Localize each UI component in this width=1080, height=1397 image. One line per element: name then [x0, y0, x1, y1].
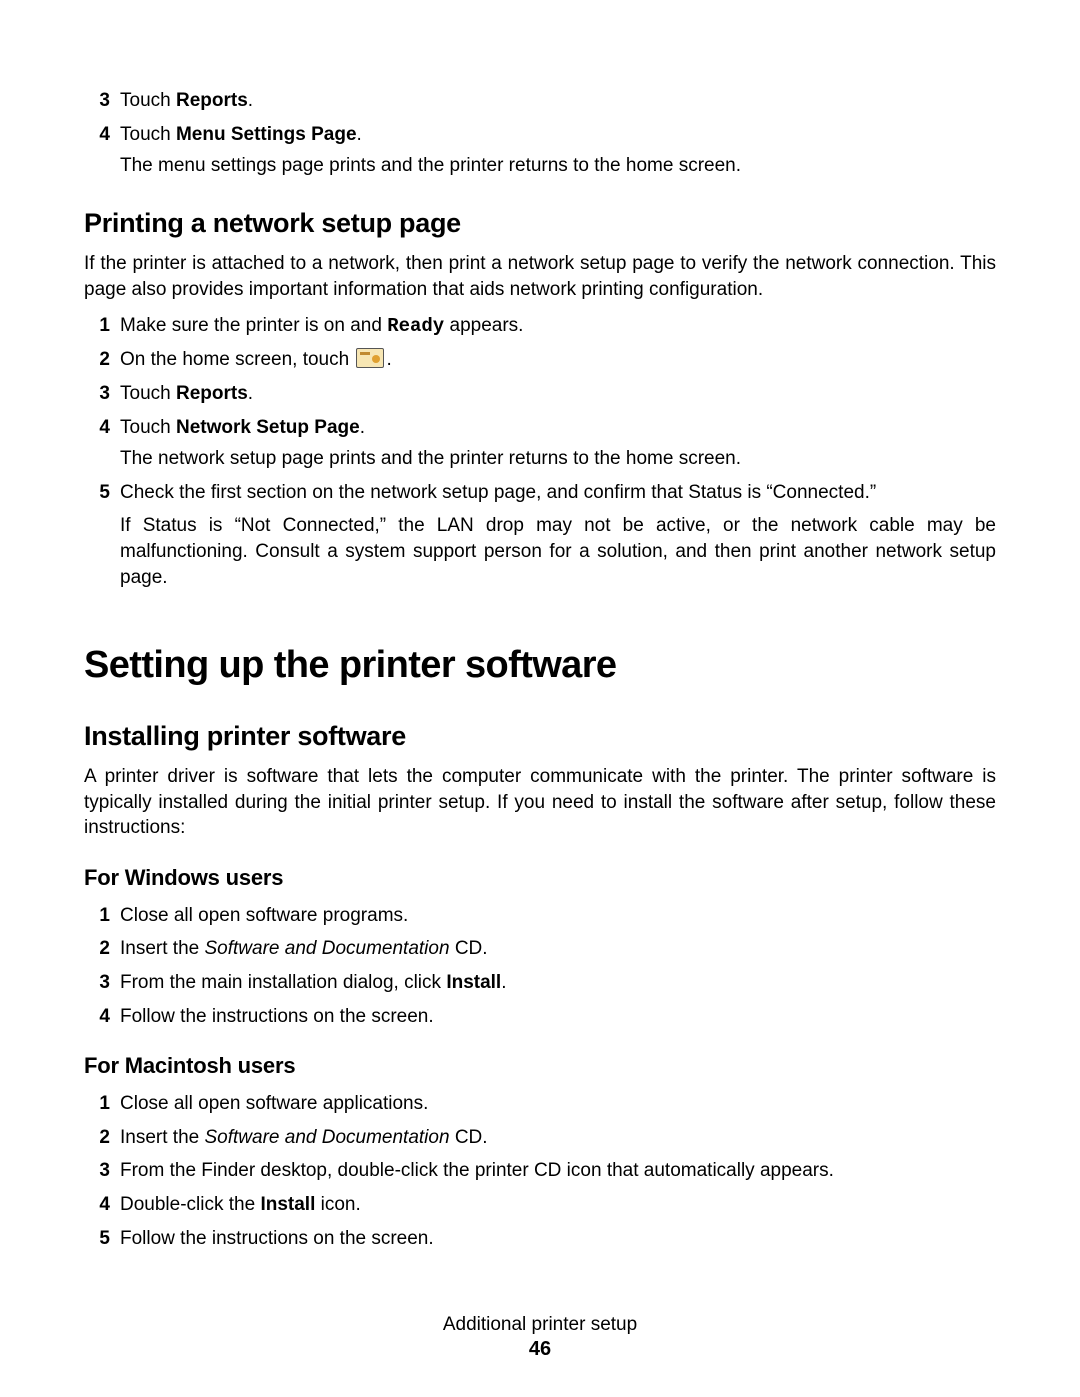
text: Touch — [120, 90, 176, 111]
heading-for-macintosh-users: For Macintosh users — [84, 1051, 996, 1081]
heading-installing-printer-software: Installing printer software — [84, 718, 996, 754]
heading-setting-up-printer-software: Setting up the printer software — [84, 640, 996, 691]
list-body: Double-click the Install icon. — [120, 1192, 996, 1218]
list-body: Close all open software programs. — [120, 903, 996, 929]
text: Insert the — [120, 938, 205, 959]
list-body: Touch Menu Settings Page. The menu setti… — [120, 122, 996, 179]
bold-text: Network Setup Page — [176, 417, 360, 438]
list-body: From the main installation dialog, click… — [120, 970, 996, 996]
list-number: 4 — [84, 1192, 120, 1218]
text: Touch — [120, 124, 176, 145]
list-body: Touch Reports. — [120, 88, 996, 114]
bold-text: Install — [260, 1194, 315, 1215]
sub-paragraph: The network setup page prints and the pr… — [120, 446, 996, 472]
menu-icon — [356, 348, 384, 368]
text: Double-click the — [120, 1194, 260, 1215]
list-body: Close all open software applications. — [120, 1091, 996, 1117]
text: On the home screen, touch — [120, 349, 354, 370]
list-item: 4 Touch Network Setup Page. The network … — [84, 415, 996, 472]
bold-text: Reports — [176, 383, 248, 404]
list-item: 2 Insert the Software and Documentation … — [84, 1125, 996, 1151]
list-number: 2 — [84, 1125, 120, 1151]
list-body: Insert the Software and Documentation CD… — [120, 936, 996, 962]
list-item: 4 Follow the instructions on the screen. — [84, 1004, 996, 1030]
text: CD. — [450, 938, 488, 959]
list-item: 5 Follow the instructions on the screen. — [84, 1226, 996, 1252]
text: CD. — [450, 1127, 488, 1148]
text: From the main installation dialog, click — [120, 972, 446, 993]
text: . — [386, 349, 391, 370]
page-footer: Additional printer setup 46 — [0, 1314, 1080, 1361]
italic-text: Software and Documentation — [205, 938, 450, 959]
text: . — [248, 90, 253, 111]
paragraph: If the printer is attached to a network,… — [84, 251, 996, 302]
sub-paragraph: If Status is “Not Connected,” the LAN dr… — [120, 513, 996, 590]
list-item: 3 From the Finder desktop, double-click … — [84, 1158, 996, 1184]
list-item: 5 Check the first section on the network… — [84, 480, 996, 601]
list-item: 1 Make sure the printer is on and Ready … — [84, 313, 996, 340]
text: appears. — [444, 315, 523, 336]
list-body: From the Finder desktop, double-click th… — [120, 1158, 996, 1184]
list-item: 2 Insert the Software and Documentation … — [84, 936, 996, 962]
page-content: 3 Touch Reports. 4 Touch Menu Settings P… — [84, 88, 996, 1251]
text: . — [501, 972, 506, 993]
mono-text: Ready — [387, 315, 444, 337]
sub-paragraph: The menu settings page prints and the pr… — [120, 153, 996, 179]
text: Insert the — [120, 1127, 205, 1148]
footer-page-number: 46 — [0, 1338, 1080, 1361]
text: Touch — [120, 417, 176, 438]
list-body: Insert the Software and Documentation CD… — [120, 1125, 996, 1151]
list-number: 3 — [84, 88, 120, 114]
list-number: 5 — [84, 1226, 120, 1252]
bold-text: Reports — [176, 90, 248, 111]
list-number: 3 — [84, 970, 120, 996]
list-body: On the home screen, touch . — [120, 347, 996, 373]
heading-printing-network-setup: Printing a network setup page — [84, 205, 996, 241]
list-body: Follow the instructions on the screen. — [120, 1226, 996, 1252]
list-item: 3 Touch Reports. — [84, 381, 996, 407]
list-number: 3 — [84, 1158, 120, 1184]
list-number: 4 — [84, 415, 120, 472]
list-body: Touch Reports. — [120, 381, 996, 407]
footer-title: Additional printer setup — [0, 1314, 1080, 1336]
list-number: 2 — [84, 347, 120, 373]
list-item: 2 On the home screen, touch . — [84, 347, 996, 373]
text: . — [360, 417, 365, 438]
list-number: 1 — [84, 1091, 120, 1117]
text: . — [248, 383, 253, 404]
italic-text: Software and Documentation — [205, 1127, 450, 1148]
list-number: 1 — [84, 903, 120, 929]
list-number: 2 — [84, 936, 120, 962]
list-body: Make sure the printer is on and Ready ap… — [120, 313, 996, 340]
list-item: 1 Close all open software programs. — [84, 903, 996, 929]
text: Make sure the printer is on and — [120, 315, 387, 336]
text: . — [357, 124, 362, 145]
text: icon. — [315, 1194, 360, 1215]
list-body: Check the first section on the network s… — [120, 480, 996, 601]
list-item: 4 Double-click the Install icon. — [84, 1192, 996, 1218]
list-item: 1 Close all open software applications. — [84, 1091, 996, 1117]
list-body: Follow the instructions on the screen. — [120, 1004, 996, 1030]
text: Check the first section on the network s… — [120, 482, 876, 503]
paragraph: A printer driver is software that lets t… — [84, 764, 996, 841]
list-item: 4 Touch Menu Settings Page. The menu set… — [84, 122, 996, 179]
list-number: 4 — [84, 1004, 120, 1030]
heading-for-windows-users: For Windows users — [84, 863, 996, 893]
list-number: 3 — [84, 381, 120, 407]
document-page: 3 Touch Reports. 4 Touch Menu Settings P… — [0, 0, 1080, 1397]
bold-text: Menu Settings Page — [176, 124, 357, 145]
list-item: 3 From the main installation dialog, cli… — [84, 970, 996, 996]
list-number: 5 — [84, 480, 120, 601]
bold-text: Install — [446, 972, 501, 993]
list-item: 3 Touch Reports. — [84, 88, 996, 114]
list-number: 1 — [84, 313, 120, 340]
list-body: Touch Network Setup Page. The network se… — [120, 415, 996, 472]
list-number: 4 — [84, 122, 120, 179]
text: Touch — [120, 383, 176, 404]
